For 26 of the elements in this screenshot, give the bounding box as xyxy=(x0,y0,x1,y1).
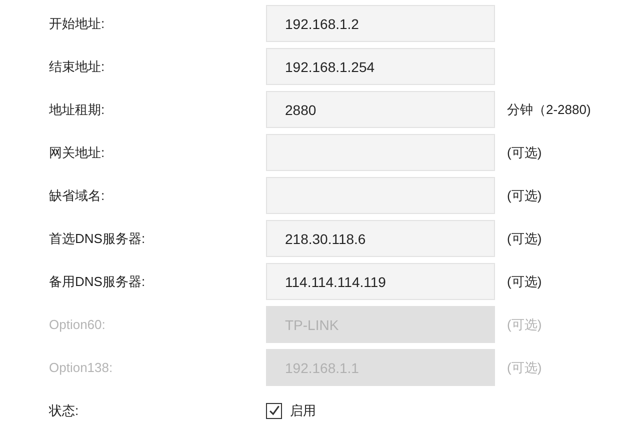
field-label: 缺省域名: xyxy=(48,186,106,204)
field-label: 状态: xyxy=(48,402,80,420)
input-field[interactable]: 218.30.118.6 xyxy=(266,220,495,257)
input-field[interactable]: 192.168.1.254 xyxy=(266,48,495,85)
field-label: Option138: xyxy=(48,360,114,375)
field-label: 开始地址: xyxy=(48,14,106,32)
input-field[interactable] xyxy=(266,177,495,214)
input-field[interactable]: 192.168.1.2 xyxy=(266,5,495,42)
field-label: 网关地址: xyxy=(48,144,106,162)
field-hint: (可选) xyxy=(507,316,542,334)
field-hint: (可选) xyxy=(507,230,542,248)
field-label: 结束地址: xyxy=(48,58,106,76)
checkbox-label: 启用 xyxy=(290,402,316,420)
field-hint: 分钟（2-2880) xyxy=(507,100,591,118)
field-label: 首选DNS服务器: xyxy=(48,230,146,248)
input-field[interactable]: 114.114.114.119 xyxy=(266,263,495,300)
field-label: 备用DNS服务器: xyxy=(48,272,146,290)
field-hint: (可选) xyxy=(507,186,542,204)
field-hint: (可选) xyxy=(507,272,542,290)
input-field[interactable] xyxy=(266,134,495,171)
field-hint: (可选) xyxy=(507,144,542,162)
field-label: 地址租期: xyxy=(48,100,106,118)
field-hint: (可选) xyxy=(507,358,542,376)
field-label: Option60: xyxy=(48,317,106,332)
checkbox[interactable] xyxy=(266,402,282,418)
input-field[interactable]: 2880 xyxy=(266,91,495,128)
